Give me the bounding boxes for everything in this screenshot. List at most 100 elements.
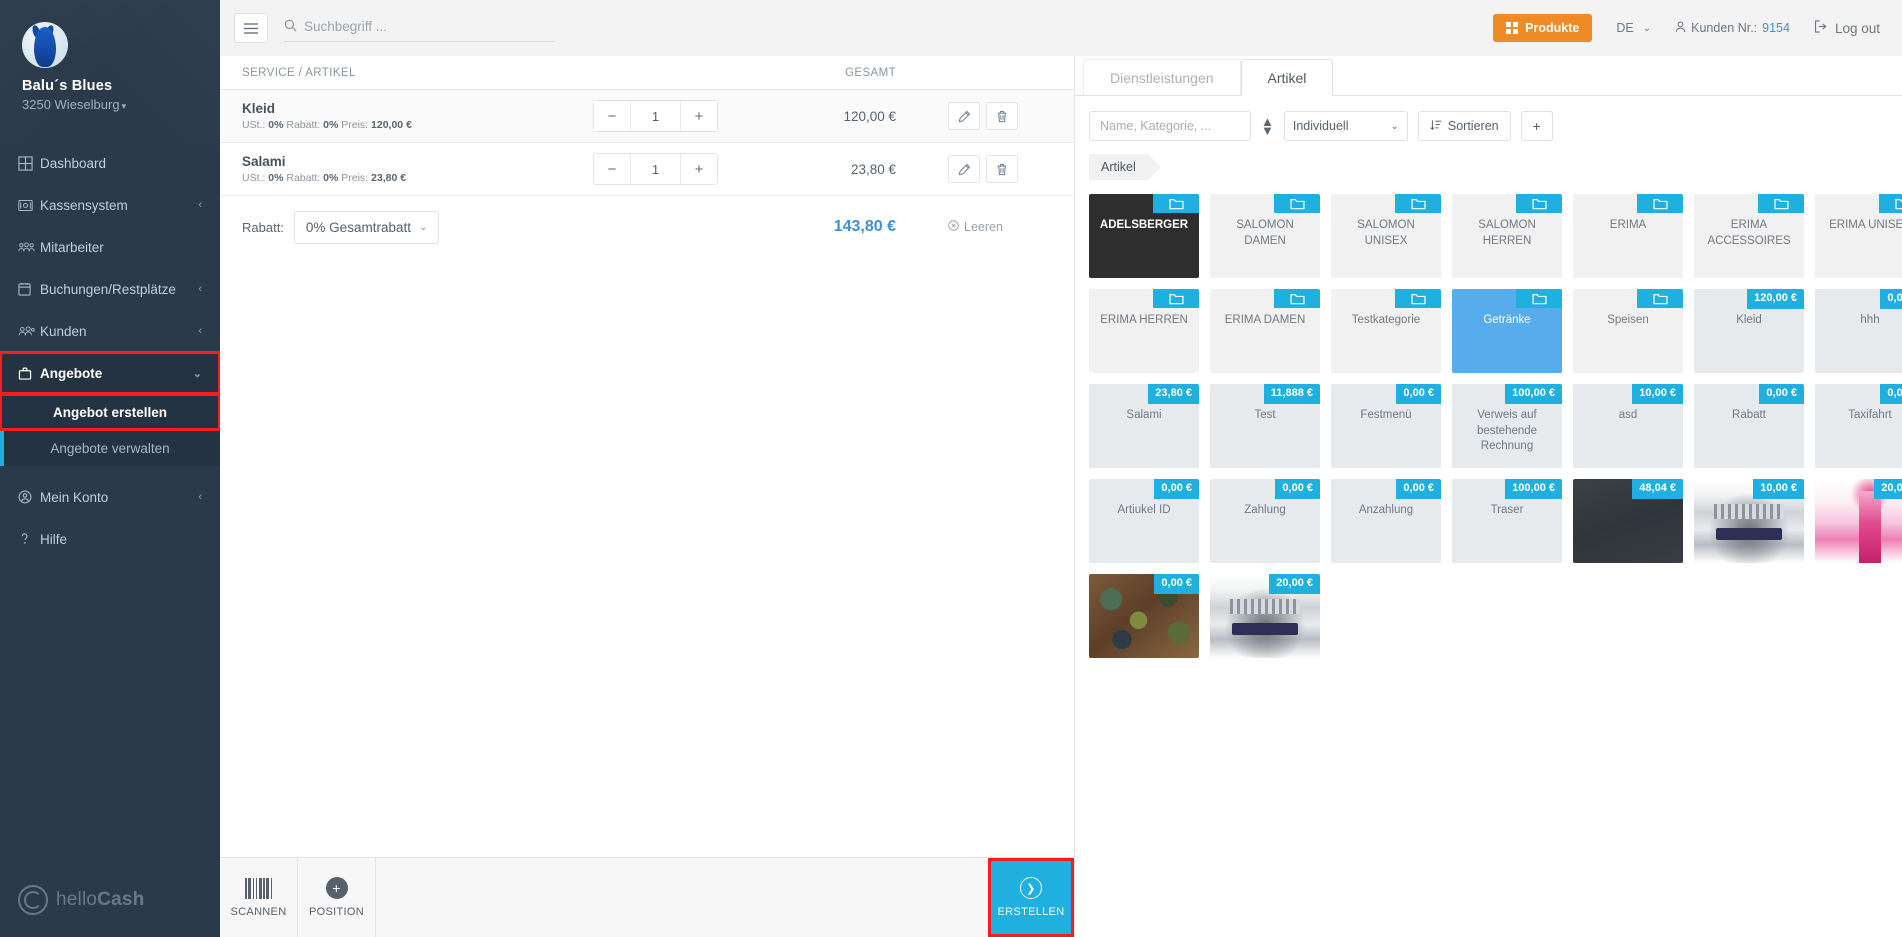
product-category-tile[interactable]: SALOMON HERREN: [1452, 194, 1562, 278]
product-tile[interactable]: 0,00 € Artiukel ID: [1089, 479, 1199, 563]
product-category-tile[interactable]: ADELSBERGER: [1089, 194, 1199, 278]
menu-toggle-button[interactable]: [234, 13, 268, 43]
sidebar-item-dashboard[interactable]: Dashboard: [0, 142, 220, 184]
sidebar-item-label: Buchungen/Restplätze: [40, 281, 176, 297]
discount-row: Rabatt: 0% Gesamtrabatt ⌄ 143,80 € Leere…: [220, 196, 1074, 258]
delete-item-button[interactable]: [986, 155, 1018, 183]
product-search-input[interactable]: [1089, 111, 1251, 141]
cart-header-row: SERVICE / ARTIKEL GESAMT: [220, 56, 1074, 90]
edit-item-button[interactable]: [948, 155, 980, 183]
customer-label: Kunden Nr.:: [1691, 21, 1758, 35]
folder-icon: [1395, 194, 1441, 213]
cart-empty-space: [220, 258, 1074, 857]
tab-artikel[interactable]: Artikel: [1240, 59, 1334, 96]
quantity-value[interactable]: 1: [630, 154, 681, 184]
product-tile[interactable]: 100,00 € Verweis auf bestehende Rechnung: [1452, 384, 1562, 468]
sidebar-item-kassensystem[interactable]: Kassensystem ‹: [0, 184, 220, 226]
language-selector[interactable]: DE ⌄: [1616, 21, 1651, 35]
logout-icon: [1814, 20, 1828, 36]
sidebar-item-mein-konto[interactable]: Mein Konto ‹: [0, 476, 220, 518]
product-tile[interactable]: 10,00 €: [1694, 479, 1804, 563]
product-category-tile[interactable]: Testkategorie: [1331, 289, 1441, 373]
product-tile[interactable]: 23,80 € Salami: [1089, 384, 1199, 468]
global-search[interactable]: [284, 15, 554, 42]
discount-select[interactable]: 0% Gesamtrabatt ⌄: [293, 210, 440, 244]
sidebar-item-kunden[interactable]: Kunden ‹: [0, 310, 220, 352]
logout-button[interactable]: Log out: [1814, 20, 1880, 36]
sort-toggle-icon[interactable]: ▲ ▼: [1261, 115, 1274, 137]
product-category-tile[interactable]: ERIMA DAMEN: [1210, 289, 1320, 373]
create-offer-button[interactable]: ❯ ERSTELLEN: [988, 858, 1074, 937]
price-badge: 10,00 €: [1753, 479, 1804, 499]
product-tile[interactable]: 120,00 € Kleid: [1694, 289, 1804, 373]
product-category-tile[interactable]: SALOMON DAMEN: [1210, 194, 1320, 278]
customer-number[interactable]: Kunden Nr.: 9154: [1675, 20, 1790, 36]
meta-vat-label: USt.:: [242, 119, 269, 131]
scan-button[interactable]: SCANNEN: [220, 858, 298, 937]
price-badge: 0,00 €: [1275, 479, 1320, 499]
add-position-button[interactable]: + POSITION: [298, 858, 376, 937]
increase-quantity-button[interactable]: +: [681, 101, 717, 131]
product-tile[interactable]: 10,00 € asd: [1573, 384, 1683, 468]
sidebar-item-angebote[interactable]: Angebote ⌄: [0, 351, 220, 395]
price-badge: 120,00 €: [1747, 289, 1804, 309]
product-category-tile[interactable]: ERIMA HERREN: [1089, 289, 1199, 373]
product-category-tile[interactable]: SALOMON UNISEX: [1331, 194, 1441, 278]
sidebar-item-mitarbeiter[interactable]: Mitarbeiter: [0, 226, 220, 268]
quantity-stepper: − 1 +: [593, 100, 718, 132]
sidebar-item-buchungen[interactable]: Buchungen/Restplätze ‹: [0, 268, 220, 310]
product-tile[interactable]: 0,00 € Anzahlung: [1331, 479, 1441, 563]
product-tile[interactable]: 0,00 € Rabatt: [1694, 384, 1804, 468]
brand-block[interactable]: Balu´s Blues 3250 Wieselburg ▾: [0, 0, 220, 128]
help-icon: [18, 532, 40, 546]
meta-discount-label: Rabatt:: [283, 172, 324, 184]
produkte-button[interactable]: Produkte: [1493, 14, 1593, 42]
edit-item-button[interactable]: [948, 102, 980, 130]
clear-cart-button[interactable]: Leeren: [948, 220, 1058, 234]
product-tile[interactable]: 0,00 € Zahlung: [1210, 479, 1320, 563]
decrease-quantity-button[interactable]: −: [594, 154, 630, 184]
product-tile[interactable]: 0,00 € Festmenü: [1331, 384, 1441, 468]
tab-label: Dienstleistungen: [1110, 70, 1214, 86]
product-tile[interactable]: 20,00 €: [1210, 574, 1320, 658]
quantity-value[interactable]: 1: [630, 101, 681, 131]
search-input[interactable]: [304, 19, 554, 34]
product-tile[interactable]: 0,00 €hhh: [1815, 289, 1902, 373]
sidebar-item-label: Hilfe: [40, 531, 68, 547]
sidebar-subitem-angebote-verwalten[interactable]: Angebote verwalten: [0, 430, 220, 466]
product-category-tile[interactable]: Getränke: [1452, 289, 1562, 373]
product-category-tile[interactable]: ERIMA ACCESSOIRES: [1694, 194, 1804, 278]
price-badge: 0,00 €: [1880, 289, 1902, 309]
increase-quantity-button[interactable]: +: [681, 154, 717, 184]
chevron-down-icon: ⌄: [1642, 22, 1652, 34]
product-tile[interactable]: 0,00 €Taxifahrt: [1815, 384, 1902, 468]
product-category-tile[interactable]: ERIMA UNISEX: [1815, 194, 1902, 278]
cart-rows: Kleid USt.: 0% Rabatt: 0% Preis: 120,00 …: [220, 90, 1074, 196]
product-tile[interactable]: 100,00 € Traser: [1452, 479, 1562, 563]
product-category-tile[interactable]: Speisen: [1573, 289, 1683, 373]
product-tile[interactable]: 11,888 € Test: [1210, 384, 1320, 468]
breadcrumb-item-artikel[interactable]: Artikel: [1089, 154, 1161, 180]
brand-location[interactable]: 3250 Wieselburg ▾: [22, 97, 220, 112]
sidebar-submenu-angebote: Angebot erstellen Angebote verwalten: [0, 393, 220, 466]
sidebar: Balu´s Blues 3250 Wieselburg ▾ Dashboard …: [0, 0, 220, 937]
decrease-quantity-button[interactable]: −: [594, 101, 630, 131]
table-row: Salami USt.: 0% Rabatt: 0% Preis: 23,80 …: [220, 143, 1074, 196]
product-tile[interactable]: 20,00 €: [1815, 479, 1902, 563]
product-view-select[interactable]: Individuell ⌄: [1283, 111, 1408, 141]
sidebar-item-hilfe[interactable]: Hilfe: [0, 518, 220, 560]
account-circle-icon: [18, 490, 40, 504]
sort-button[interactable]: Sortieren: [1417, 111, 1511, 141]
tab-dienstleistungen[interactable]: Dienstleistungen: [1083, 59, 1241, 96]
product-category-tile[interactable]: ERIMA: [1573, 194, 1683, 278]
folder-icon: [1637, 289, 1683, 308]
price-badge: 23,80 €: [1148, 384, 1199, 404]
meta-vat-value: 0%: [268, 119, 284, 131]
sidebar-subitem-angebot-erstellen[interactable]: Angebot erstellen: [0, 393, 220, 431]
product-tile[interactable]: 48,04 €: [1573, 479, 1683, 563]
folder-icon: [1153, 289, 1199, 308]
cart-item-name: Salami: [242, 154, 286, 169]
delete-item-button[interactable]: [986, 102, 1018, 130]
add-product-button[interactable]: +: [1520, 111, 1553, 141]
product-tile[interactable]: 0,00 €: [1089, 574, 1199, 658]
